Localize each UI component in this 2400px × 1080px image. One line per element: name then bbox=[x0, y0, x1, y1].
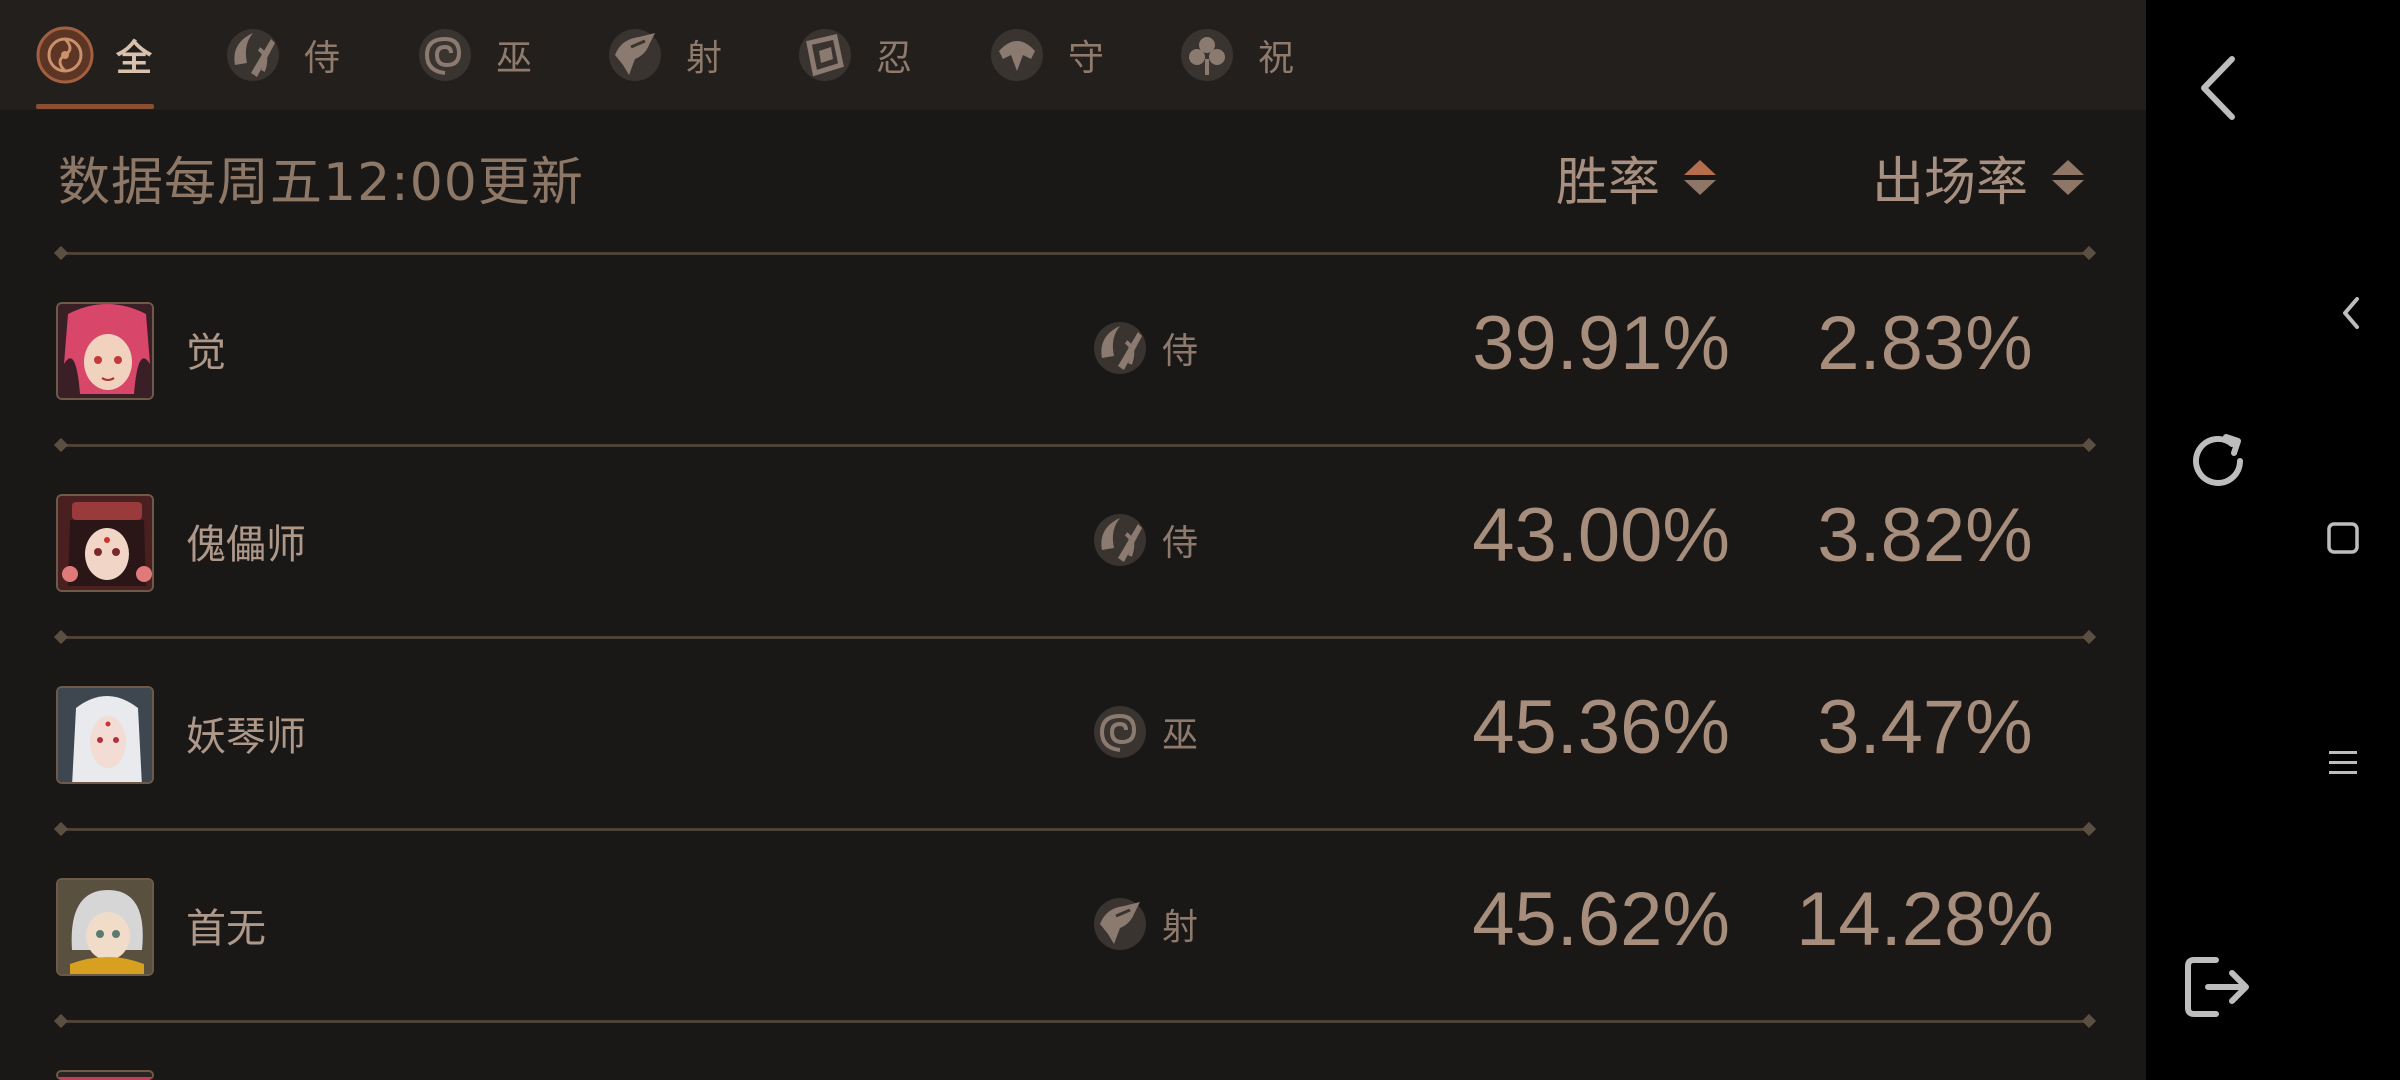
pick-rate-value: 3.82% bbox=[1817, 493, 2033, 578]
table-row[interactable]: 觉 侍 39.91% 2.83% bbox=[0, 254, 2146, 446]
sort-arrows-icon bbox=[2052, 160, 2085, 195]
menu-icon bbox=[2327, 747, 2359, 783]
active-tab-indicator bbox=[36, 104, 154, 109]
hero-class: 巫 bbox=[1088, 700, 1198, 764]
hero-class-label: 射 bbox=[1162, 907, 1199, 948]
hero-class: 侍 bbox=[1088, 316, 1198, 380]
tab-label: 守 bbox=[1068, 38, 1105, 79]
exit-icon bbox=[2182, 954, 2254, 1024]
ninja-class-icon bbox=[794, 24, 856, 86]
home-square-icon bbox=[2325, 520, 2361, 560]
tab-label: 祝 bbox=[1258, 38, 1295, 79]
tab-guardian[interactable]: 守 bbox=[986, 0, 1104, 110]
home-button[interactable] bbox=[2318, 515, 2368, 565]
tab-blessing[interactable]: 祝 bbox=[1176, 0, 1294, 110]
guardian-class-icon bbox=[986, 24, 1048, 86]
hero-class-label: 侍 bbox=[1162, 523, 1199, 564]
samurai-class-icon bbox=[1088, 316, 1152, 380]
hero-class-label: 侍 bbox=[1162, 331, 1199, 372]
table-row[interactable]: 傀儡师 侍 43.00% 3.82% bbox=[0, 446, 2146, 638]
hero-class: 射 bbox=[1088, 892, 1198, 956]
pick-rate-value: 2.83% bbox=[1817, 301, 2033, 386]
refresh-icon bbox=[2182, 425, 2254, 501]
archer-class-icon bbox=[604, 24, 666, 86]
win-rate-value: 39.91% bbox=[1472, 301, 1730, 386]
samurai-class-icon bbox=[222, 24, 284, 86]
hero-avatar bbox=[56, 494, 154, 592]
hero-class-label: 巫 bbox=[1162, 715, 1199, 756]
table-header: 数据每周五12:00更新 胜率 出场率 bbox=[0, 110, 2146, 250]
hero-avatar bbox=[56, 1070, 154, 1080]
tab-label: 忍 bbox=[876, 38, 913, 79]
update-note: 数据每周五12:00更新 bbox=[58, 153, 584, 213]
hero-name: 傀儡师 bbox=[186, 522, 306, 568]
hero-avatar bbox=[56, 878, 154, 976]
table-row[interactable]: 妖琴师 巫 45.36% 3.47% bbox=[0, 638, 2146, 830]
pick-rate-value: 14.28% bbox=[1796, 877, 2054, 962]
tab-samurai[interactable]: 侍 bbox=[222, 0, 340, 110]
all-class-icon bbox=[34, 24, 96, 86]
secondary-back-button[interactable] bbox=[2326, 290, 2376, 340]
win-rate-value: 45.62% bbox=[1472, 877, 1730, 962]
tab-label: 侍 bbox=[304, 38, 341, 79]
back-button[interactable] bbox=[2178, 50, 2258, 130]
hero-name: 首无 bbox=[186, 906, 266, 952]
tab-archer[interactable]: 射 bbox=[604, 0, 722, 110]
sort-pick-rate-button[interactable]: 出场率 bbox=[1872, 140, 2085, 215]
sort-win-rate-button[interactable]: 胜率 bbox=[1556, 140, 1717, 215]
pick-rate-value: 3.47% bbox=[1817, 685, 2033, 770]
refresh-button[interactable] bbox=[2170, 415, 2266, 511]
hero-name: 觉 bbox=[186, 330, 226, 376]
tab-label: 巫 bbox=[496, 38, 533, 79]
blessing-class-icon bbox=[1176, 24, 1238, 86]
sort-arrows-icon bbox=[1684, 160, 1717, 195]
system-nav-bar bbox=[2146, 0, 2400, 1080]
hero-avatar bbox=[56, 686, 154, 784]
tab-all[interactable]: 全 bbox=[34, 0, 152, 110]
class-filter-tabs: 全 侍 巫 射 忍 守 祝 bbox=[0, 0, 2146, 110]
hero-avatar bbox=[56, 302, 154, 400]
hero-class: 侍 bbox=[1088, 508, 1198, 572]
tab-label: 全 bbox=[116, 38, 153, 79]
exit-button[interactable] bbox=[2170, 944, 2266, 1034]
menu-button[interactable] bbox=[2318, 740, 2368, 790]
app-window: 全 侍 巫 射 忍 守 祝 数据每周五12:00更新 胜率 出场率 觉 侍 39… bbox=[0, 0, 2146, 1080]
tab-label: 射 bbox=[686, 38, 723, 79]
hero-name: 妖琴师 bbox=[186, 714, 306, 760]
tab-ninja[interactable]: 忍 bbox=[794, 0, 912, 110]
row-divider bbox=[62, 1020, 2088, 1023]
win-rate-header-label: 胜率 bbox=[1556, 153, 1661, 213]
tab-shaman[interactable]: 巫 bbox=[414, 0, 532, 110]
win-rate-value: 43.00% bbox=[1472, 493, 1730, 578]
back-icon bbox=[2194, 53, 2242, 127]
win-rate-value: 45.36% bbox=[1472, 685, 1730, 770]
shaman-class-icon bbox=[1088, 700, 1152, 764]
small-back-icon bbox=[2339, 293, 2363, 337]
pick-rate-header-label: 出场率 bbox=[1872, 153, 2029, 213]
samurai-class-icon bbox=[1088, 508, 1152, 572]
shaman-class-icon bbox=[414, 24, 476, 86]
table-row[interactable]: 首无 射 45.62% 14.28% bbox=[0, 830, 2146, 1022]
archer-class-icon bbox=[1088, 892, 1152, 956]
